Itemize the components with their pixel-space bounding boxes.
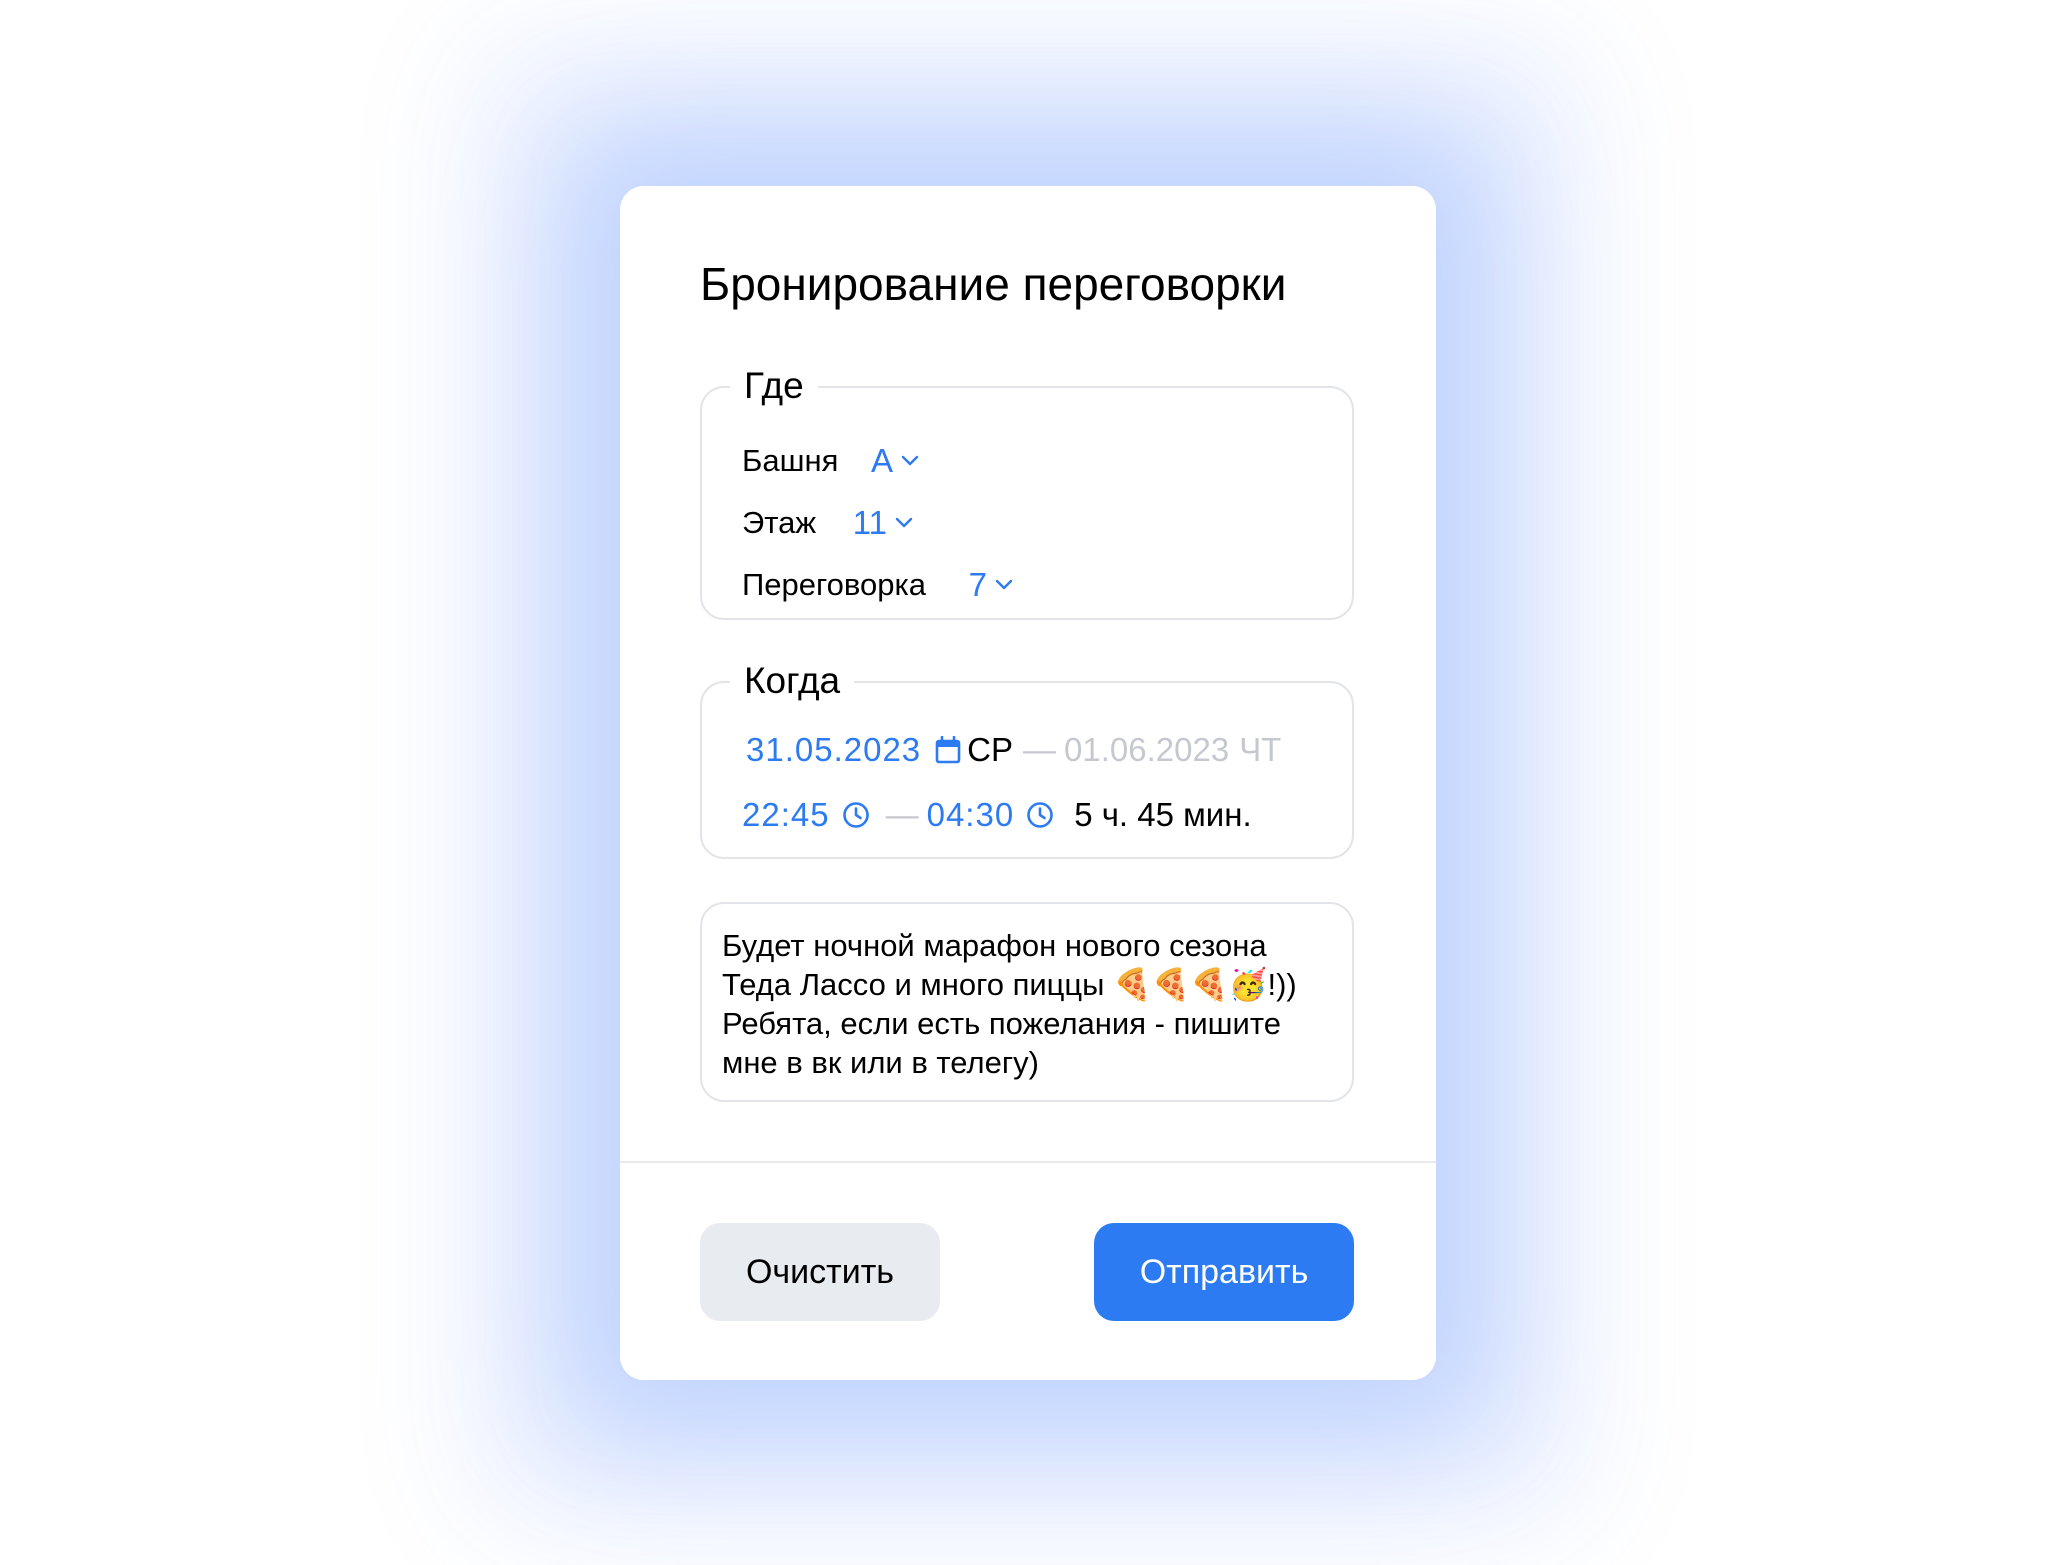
- when-legend: Когда: [730, 653, 855, 709]
- room-label: Переговорка: [742, 566, 926, 602]
- footer-divider: [620, 1161, 1436, 1163]
- tower-row: Башня А: [742, 438, 919, 482]
- floor-value: 11: [852, 503, 887, 541]
- tower-value: А: [871, 441, 894, 479]
- chevron-down-icon: [995, 579, 1013, 590]
- start-time[interactable]: 22:45: [742, 793, 830, 837]
- end-weekday: ЧТ: [1239, 731, 1282, 768]
- dialog-title: Бронирование переговорки: [700, 258, 1287, 310]
- chevron-down-icon: [895, 517, 913, 528]
- chevron-down-icon: [901, 455, 919, 466]
- date-separator: —: [1023, 731, 1057, 768]
- end-time[interactable]: 04:30: [927, 793, 1015, 837]
- clock-icon[interactable]: [842, 801, 870, 829]
- duration: 5 ч. 45 мин.: [1074, 796, 1252, 833]
- where-legend: Где: [730, 358, 818, 414]
- room-row: Переговорка 7: [742, 562, 1013, 606]
- start-date[interactable]: 31.05.2023: [746, 728, 921, 772]
- booking-dialog: Бронирование переговорки Где Башня А Эта…: [620, 186, 1436, 1380]
- tower-select[interactable]: А: [871, 440, 919, 482]
- when-fieldset: Когда 31.05.2023 СР — 01.06.2023 ЧТ 22:4…: [700, 653, 1354, 859]
- floor-row: Этаж 11: [742, 500, 913, 544]
- room-select[interactable]: 7: [969, 564, 1013, 606]
- time-row: 22:45 — 04:30 5 ч. 45 мин.: [742, 793, 1252, 837]
- time-separator: —: [885, 796, 919, 833]
- tower-label: Башня: [742, 442, 839, 478]
- start-weekday: СР: [967, 731, 1014, 768]
- floor-select[interactable]: 11: [853, 502, 913, 544]
- clear-button[interactable]: Очистить: [700, 1223, 940, 1321]
- date-row: 31.05.2023 СР — 01.06.2023 ЧТ: [746, 728, 1281, 772]
- submit-button[interactable]: Отправить: [1094, 1223, 1354, 1321]
- comment-textarea[interactable]: Будет ночной марафон нового сезона Теда …: [700, 902, 1354, 1102]
- room-value: 7: [968, 565, 987, 603]
- where-fieldset: Где Башня А Этаж 11 Переговорка 7: [700, 358, 1354, 620]
- calendar-icon[interactable]: [935, 736, 961, 764]
- floor-label: Этаж: [742, 504, 817, 540]
- end-date[interactable]: 01.06.2023: [1064, 728, 1229, 772]
- clock-icon[interactable]: [1026, 801, 1054, 829]
